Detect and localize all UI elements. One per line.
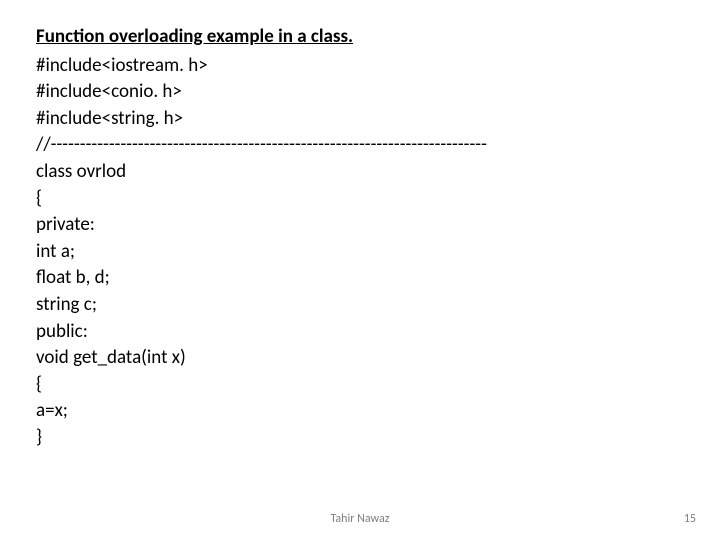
slide-title: Function overloading example in a class.	[36, 24, 684, 51]
code-line: int a;	[36, 239, 684, 266]
code-line: class ovrlod	[36, 159, 684, 186]
code-line: #include<iostream. h>	[36, 53, 684, 80]
code-line: //--------------------------------------…	[36, 132, 684, 159]
code-line: {	[36, 372, 684, 399]
code-line: }	[36, 425, 684, 452]
code-line: private:	[36, 212, 684, 239]
slide: Function overloading example in a class.…	[0, 0, 720, 540]
code-line: a=x;	[36, 398, 684, 425]
code-line: float b, d;	[36, 265, 684, 292]
footer-page-number: 15	[684, 512, 696, 526]
code-line: {	[36, 186, 684, 213]
code-line: string c;	[36, 292, 684, 319]
code-line: public:	[36, 319, 684, 346]
footer-author: Tahir Nawaz	[0, 512, 720, 526]
code-line: #include<string. h>	[36, 106, 684, 133]
code-line: void get_data(int x)	[36, 345, 684, 372]
code-line: #include<conio. h>	[36, 79, 684, 106]
